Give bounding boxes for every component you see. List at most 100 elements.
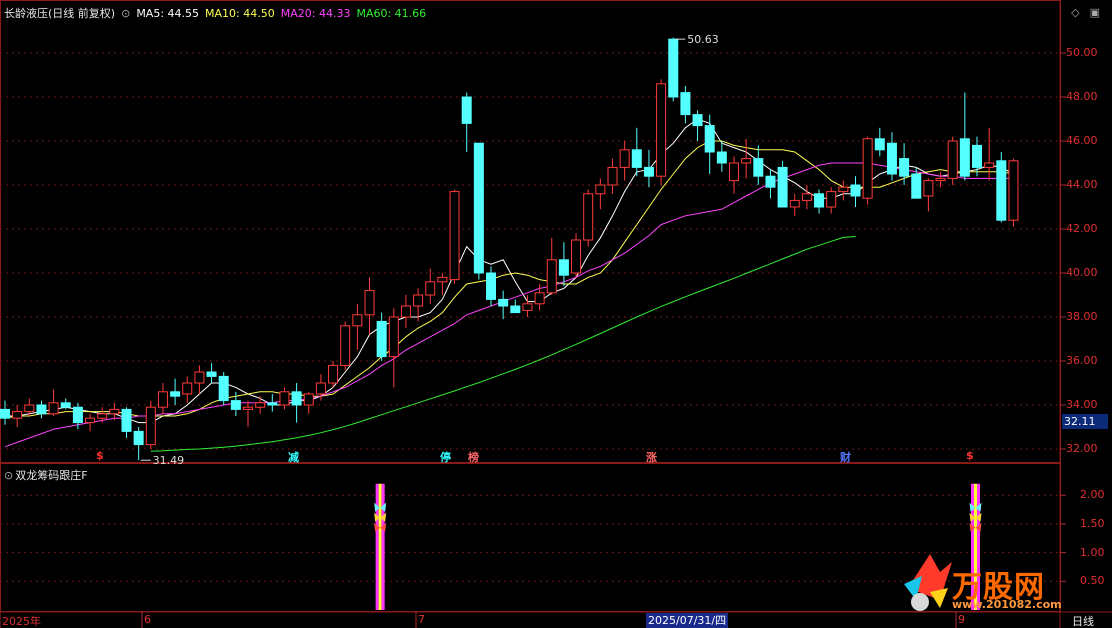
- candle: [571, 233, 582, 278]
- candle: [376, 312, 387, 361]
- candle: [243, 400, 253, 427]
- current-price-tag: 32.11: [1062, 414, 1108, 429]
- candle: [765, 169, 776, 199]
- signal-bar: [374, 483, 387, 610]
- candle: [838, 180, 849, 201]
- price-tick-label: 40.00: [1066, 266, 1098, 279]
- candle: [267, 394, 278, 412]
- candle: [1008, 158, 1019, 227]
- date-cursor-tag: 2025/07/31/四: [646, 613, 729, 628]
- extreme-label: 50.63: [687, 33, 719, 46]
- candle: [279, 387, 290, 410]
- price-tick-label: 32.00: [1066, 442, 1098, 455]
- candle: [801, 185, 812, 210]
- candle: [486, 266, 496, 306]
- date-tick-label: 6: [144, 613, 151, 626]
- candle: [607, 158, 618, 194]
- candle: [558, 242, 569, 287]
- candle: [145, 400, 156, 449]
- candle: [874, 127, 885, 157]
- candle: [789, 193, 800, 216]
- candle: [12, 405, 23, 427]
- candle: [826, 187, 837, 214]
- candle: [291, 383, 302, 423]
- indicator-tick-label: 2.00: [1080, 488, 1105, 502]
- ma-line-ma20: [4, 162, 1014, 448]
- candle: [729, 156, 739, 194]
- candle: [814, 189, 825, 214]
- event-marker[interactable]: 榜: [468, 449, 479, 465]
- candle: [959, 92, 970, 181]
- candle: [984, 127, 995, 181]
- candle: [777, 160, 788, 208]
- candle: [692, 110, 703, 141]
- candle: [656, 79, 667, 185]
- event-marker[interactable]: 减: [288, 449, 299, 465]
- candle: [133, 427, 144, 461]
- candle: [425, 268, 436, 304]
- candle: [631, 127, 642, 177]
- event-marker[interactable]: 涨: [646, 449, 657, 465]
- candle: [48, 389, 59, 416]
- candle: [182, 376, 193, 403]
- candle: [899, 143, 910, 185]
- candle: [862, 136, 873, 205]
- stock-chart-window: { "header": { "title": "长龄液压(日线 前复权)", "…: [0, 0, 1112, 628]
- indicator-tick-label: 1.00: [1080, 545, 1105, 559]
- candle: [352, 303, 363, 350]
- price-tick-label: 50.00: [1066, 46, 1098, 59]
- candle: [546, 237, 557, 295]
- extreme-label: 31.49: [153, 454, 185, 467]
- candle: [36, 400, 47, 419]
- candle: [643, 149, 654, 188]
- candle: [170, 378, 181, 405]
- candle: [947, 136, 958, 185]
- candle: [157, 383, 168, 414]
- candle: [388, 308, 399, 388]
- indicator-tick-label: 1.50: [1080, 516, 1105, 530]
- price-tick-label: 38.00: [1066, 310, 1098, 323]
- indicator-tick-label: 0.50: [1080, 574, 1105, 588]
- candle: [996, 152, 1007, 223]
- candle: [206, 363, 217, 383]
- price-tick-label: 44.00: [1066, 178, 1098, 191]
- date-tick-label: 7: [418, 613, 425, 626]
- ma-line-ma10: [4, 140, 1014, 419]
- candle: [668, 37, 679, 102]
- candle: [400, 295, 411, 328]
- candle: [850, 176, 861, 207]
- candle: [619, 141, 630, 181]
- candle: [886, 132, 897, 181]
- watermark-url: www.201082.com: [952, 598, 1062, 611]
- candle: [461, 92, 472, 152]
- event-marker[interactable]: $: [96, 449, 104, 462]
- candle: [328, 361, 339, 388]
- candle: [510, 299, 521, 314]
- candle: [753, 145, 764, 185]
- candle: [255, 396, 266, 414]
- price-tick-label: 42.00: [1066, 222, 1098, 235]
- candle: [218, 372, 229, 405]
- watermark-logo-icon: [904, 554, 952, 611]
- price-chart[interactable]: 50.63 31.49: [0, 0, 1112, 628]
- event-marker[interactable]: 停: [440, 449, 451, 465]
- candle: [303, 391, 314, 414]
- price-tick-label: 48.00: [1066, 90, 1098, 103]
- candle: [583, 189, 594, 247]
- candle: [85, 413, 96, 432]
- price-tick-label: 34.00: [1066, 398, 1098, 411]
- candle: [0, 400, 10, 425]
- candle: [449, 189, 460, 284]
- date-tick-label: 2025年: [2, 615, 41, 628]
- ma-line-ma5: [5, 118, 1014, 424]
- period-label[interactable]: 日线: [1072, 613, 1094, 628]
- price-tick-label: 36.00: [1066, 354, 1098, 367]
- candle: [121, 407, 132, 438]
- ma-line-ma60: [150, 236, 856, 452]
- candle: [595, 178, 606, 210]
- price-tick-label: 46.00: [1066, 134, 1098, 147]
- candle: [473, 142, 484, 280]
- candle: [522, 295, 533, 317]
- event-marker[interactable]: 财: [840, 449, 851, 465]
- event-marker[interactable]: $: [966, 449, 974, 462]
